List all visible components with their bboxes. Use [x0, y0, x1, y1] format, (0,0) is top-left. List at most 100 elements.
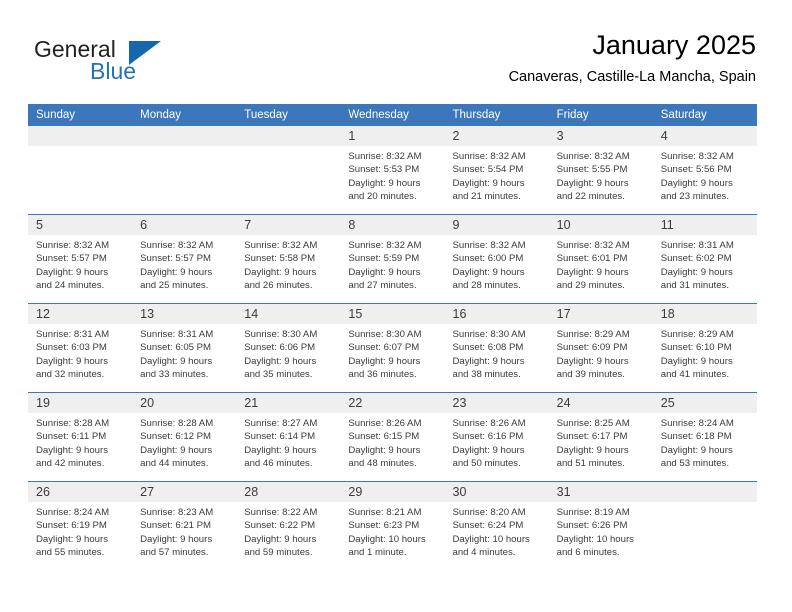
sunset-text: Sunset: 6:18 PM: [660, 431, 732, 443]
day-cell-28[interactable]: Sunrise: 8:22 AM Sunset: 6:22 PM Daylight:…: [236, 502, 340, 570]
sunrise-text: Sunrise: 8:19 AM: [556, 507, 630, 518]
daylight-text-cont: and 26 minutes.: [244, 280, 313, 292]
weekday-header-saturday: Saturday: [660, 109, 707, 121]
day-cell-23[interactable]: Sunrise: 8:26 AM Sunset: 6:16 PM Daylight:…: [445, 413, 549, 481]
calendar-week-row: 12 13 14 15 16 17 18 Sunrise: 8:31 AM Sunset: 6:…: [28, 303, 757, 392]
sunrise-text: Sunrise: 8:26 AM: [348, 418, 422, 429]
day-cell-24[interactable]: Sunrise: 8:25 AM Sunset: 6:17 PM Daylight:…: [549, 413, 653, 481]
day-cell-14[interactable]: Sunrise: 8:30 AM Sunset: 6:06 PM Daylight:…: [236, 324, 340, 392]
day-cell-26[interactable]: Sunrise: 8:24 AM Sunset: 6:19 PM Daylight:…: [28, 502, 132, 570]
day-cell-2[interactable]: Sunrise: 8:32 AM Sunset: 5:54 PM Daylight:…: [445, 146, 549, 214]
day-number-29[interactable]: 29: [340, 482, 444, 502]
sunrise-text: Sunrise: 8:20 AM: [452, 507, 526, 518]
day-cell-15[interactable]: Sunrise: 8:30 AM Sunset: 6:07 PM Daylight:…: [340, 324, 444, 392]
daylight-text-cont: and 50 minutes.: [452, 458, 521, 470]
day-number-empty: [653, 482, 757, 502]
day-cell-25[interactable]: Sunrise: 8:24 AM Sunset: 6:18 PM Daylight:…: [653, 413, 757, 481]
day-number-1[interactable]: 1: [340, 126, 444, 146]
sunrise-text: Sunrise: 8:32 AM: [140, 240, 214, 251]
day-cell-6[interactable]: Sunrise: 8:32 AM Sunset: 5:57 PM Daylight:…: [132, 235, 236, 303]
day-cell-27[interactable]: Sunrise: 8:23 AM Sunset: 6:21 PM Daylight:…: [132, 502, 236, 570]
day-cell-22[interactable]: Sunrise: 8:26 AM Sunset: 6:15 PM Daylight:…: [340, 413, 444, 481]
day-cell-31[interactable]: Sunrise: 8:19 AM Sunset: 6:26 PM Daylight:…: [549, 502, 653, 570]
general-blue-logo[interactable]: General Blue: [34, 36, 214, 88]
day-cell-18[interactable]: Sunrise: 8:29 AM Sunset: 6:10 PM Daylight:…: [653, 324, 757, 392]
day-number-21[interactable]: 21: [236, 393, 340, 413]
calendar-week-row: 19 20 21 22 23 24 25 Sunrise: 8:28 AM Sunset: 6:…: [28, 392, 757, 481]
day-number-22[interactable]: 22: [340, 393, 444, 413]
calendar-grid: Sunday Monday Tuesday Wednesday Thursday Frid…: [28, 104, 757, 570]
day-number-5[interactable]: 5: [28, 215, 132, 235]
day-number-19[interactable]: 19: [28, 393, 132, 413]
day-cell-9[interactable]: Sunrise: 8:32 AM Sunset: 6:00 PM Daylight:…: [445, 235, 549, 303]
day-number-band: 1234: [28, 126, 757, 146]
sunrise-text: Sunrise: 8:31 AM: [660, 240, 734, 251]
day-number-31[interactable]: 31: [549, 482, 653, 502]
day-cell-empty: [236, 146, 340, 214]
day-number-10[interactable]: 10: [549, 215, 653, 235]
day-number-18[interactable]: 18: [653, 304, 757, 324]
day-number-30[interactable]: 30: [445, 482, 549, 502]
day-number-17[interactable]: 17: [549, 304, 653, 324]
day-number-24[interactable]: 24: [549, 393, 653, 413]
day-cell-11[interactable]: Sunrise: 8:31 AM Sunset: 6:02 PM Daylight:…: [653, 235, 757, 303]
day-detail-band: Sunrise: 8:24 AM Sunset: 6:19 PM Daylight:…: [28, 502, 757, 570]
day-cell-12[interactable]: Sunrise: 8:31 AM Sunset: 6:03 PM Daylight:…: [28, 324, 132, 392]
day-cell-29[interactable]: Sunrise: 8:21 AM Sunset: 6:23 PM Daylight:…: [340, 502, 444, 570]
sunset-text: Sunset: 5:54 PM: [452, 164, 524, 176]
sunset-text: Sunset: 5:53 PM: [348, 164, 420, 176]
daylight-text-cont: and 21 minutes.: [452, 191, 521, 203]
day-cell-empty: [28, 146, 132, 214]
day-number-27[interactable]: 27: [132, 482, 236, 502]
daylight-text: Daylight: 9 hours: [244, 444, 317, 456]
sunset-text: Sunset: 6:07 PM: [348, 342, 420, 354]
sunrise-text: Sunrise: 8:31 AM: [36, 329, 110, 340]
day-number-8[interactable]: 8: [340, 215, 444, 235]
day-cell-4[interactable]: Sunrise: 8:32 AM Sunset: 5:56 PM Daylight:…: [653, 146, 757, 214]
day-cell-30[interactable]: Sunrise: 8:20 AM Sunset: 6:24 PM Daylight:…: [445, 502, 549, 570]
daylight-text-cont: and 29 minutes.: [556, 280, 625, 292]
day-cell-1[interactable]: Sunrise: 8:32 AM Sunset: 5:53 PM Daylight:…: [340, 146, 444, 214]
day-cell-8[interactable]: Sunrise: 8:32 AM Sunset: 5:59 PM Daylight:…: [340, 235, 444, 303]
sunset-text: Sunset: 6:00 PM: [452, 253, 524, 265]
day-cell-3[interactable]: Sunrise: 8:32 AM Sunset: 5:55 PM Daylight:…: [549, 146, 653, 214]
day-number-28[interactable]: 28: [236, 482, 340, 502]
sunset-text: Sunset: 6:09 PM: [556, 342, 628, 354]
day-number-20[interactable]: 20: [132, 393, 236, 413]
weekday-header-wednesday: Wednesday: [348, 109, 409, 121]
daylight-text-cont: and 41 minutes.: [660, 369, 730, 381]
day-number-25[interactable]: 25: [653, 393, 757, 413]
day-cell-17[interactable]: Sunrise: 8:29 AM Sunset: 6:09 PM Daylight:…: [549, 324, 653, 392]
day-cell-7[interactable]: Sunrise: 8:32 AM Sunset: 5:58 PM Daylight:…: [236, 235, 340, 303]
sunset-text: Sunset: 6:12 PM: [140, 431, 212, 443]
daylight-text-cont: and 4 minutes.: [452, 547, 516, 559]
sunset-text: Sunset: 5:56 PM: [660, 164, 732, 176]
day-cell-16[interactable]: Sunrise: 8:30 AM Sunset: 6:08 PM Daylight:…: [445, 324, 549, 392]
day-number-empty: [28, 126, 132, 146]
day-number-23[interactable]: 23: [445, 393, 549, 413]
day-number-14[interactable]: 14: [236, 304, 340, 324]
day-number-16[interactable]: 16: [445, 304, 549, 324]
day-cell-13[interactable]: Sunrise: 8:31 AM Sunset: 6:05 PM Daylight:…: [132, 324, 236, 392]
day-number-26[interactable]: 26: [28, 482, 132, 502]
sunrise-text: Sunrise: 8:29 AM: [556, 329, 630, 340]
day-number-13[interactable]: 13: [132, 304, 236, 324]
day-cell-10[interactable]: Sunrise: 8:32 AM Sunset: 6:01 PM Daylight:…: [549, 235, 653, 303]
sunset-text: Sunset: 5:58 PM: [244, 253, 316, 265]
day-cell-19[interactable]: Sunrise: 8:28 AM Sunset: 6:11 PM Daylight:…: [28, 413, 132, 481]
day-number-9[interactable]: 9: [445, 215, 549, 235]
daylight-text: Daylight: 9 hours: [452, 177, 525, 189]
day-number-6[interactable]: 6: [132, 215, 236, 235]
day-number-4[interactable]: 4: [653, 126, 757, 146]
day-cell-5[interactable]: Sunrise: 8:32 AM Sunset: 5:57 PM Daylight:…: [28, 235, 132, 303]
day-number-3[interactable]: 3: [549, 126, 653, 146]
day-number-15[interactable]: 15: [340, 304, 444, 324]
day-number-2[interactable]: 2: [445, 126, 549, 146]
day-number-12[interactable]: 12: [28, 304, 132, 324]
day-cell-21[interactable]: Sunrise: 8:27 AM Sunset: 6:14 PM Daylight:…: [236, 413, 340, 481]
day-cell-20[interactable]: Sunrise: 8:28 AM Sunset: 6:12 PM Daylight:…: [132, 413, 236, 481]
day-number-11[interactable]: 11: [653, 215, 757, 235]
day-number-7[interactable]: 7: [236, 215, 340, 235]
sunset-text: Sunset: 6:03 PM: [36, 342, 107, 354]
daylight-text: Daylight: 9 hours: [36, 355, 108, 367]
